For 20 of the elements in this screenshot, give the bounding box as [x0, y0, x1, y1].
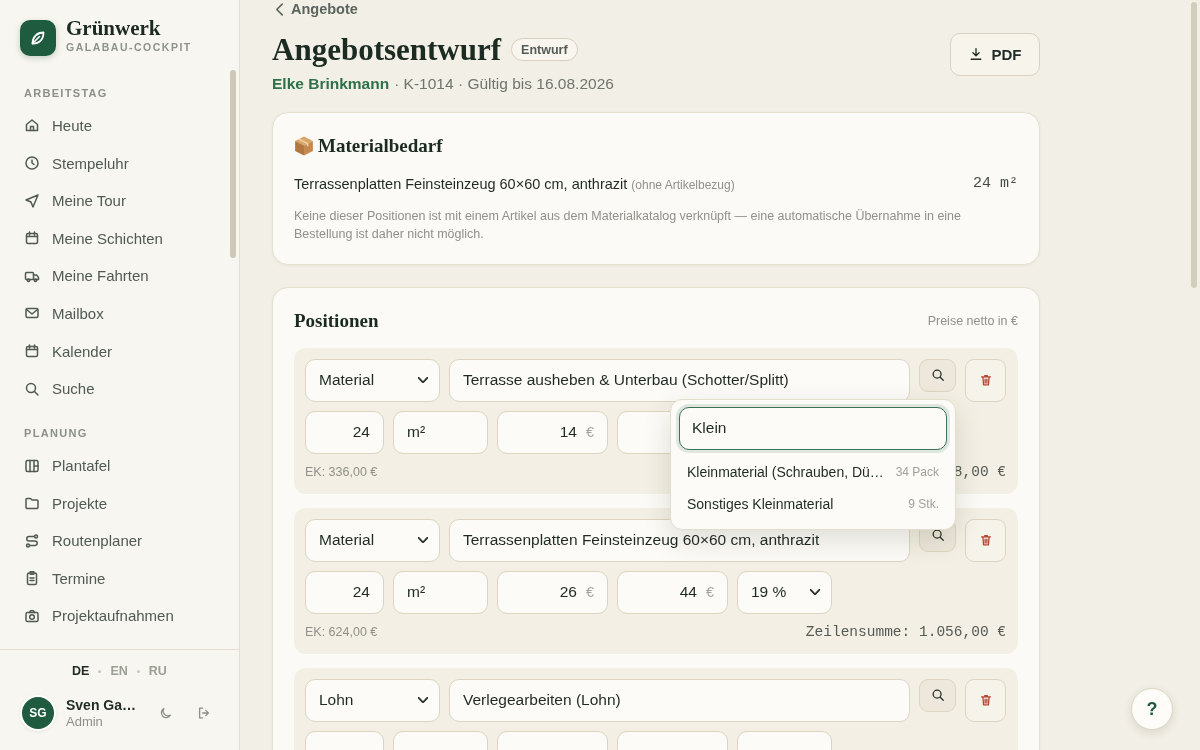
user-role: Admin [66, 714, 103, 729]
nav-section-title: ARBEITSTAG [23, 87, 108, 100]
card-title: Materialbedarf [318, 133, 443, 158]
user-name: Sven Ga… [66, 697, 137, 714]
material-hint: Keine dieser Positionen ist mit einem Artikel aus dem Materialkatalog verknüpft — eine automatische Übernahme in eine Bestellung ist daher nicht möglich. [294, 207, 962, 243]
status-badge: Entwurf [511, 38, 578, 61]
material-name: Terrassenplatten Feinsteinzeug 60×60 cm, anthrazit [294, 175, 628, 192]
brand-name: Grünwerk [66, 17, 162, 39]
brand-tagline: GALABAU-COCKPIT [66, 41, 192, 54]
price-note: Preise netto in € [927, 313, 1018, 328]
card-title: Positionen [294, 308, 379, 333]
purchase-cost: EK: 336,00 € [305, 464, 378, 479]
nav-section-title: PLANUNG [23, 427, 88, 441]
material-note: (ohne Artikelbezug) [631, 177, 735, 192]
page-title: Angebotsentwurf [272, 31, 502, 68]
avatar: SG [22, 697, 54, 729]
purchase-cost: EK: 624,00 € [305, 624, 378, 639]
offer-meta: · K-1014 · Gültig bis 16.08.2026 [394, 73, 614, 94]
material-quantity: 24 m² [973, 175, 1018, 192]
line-total: Zeilensumme: 1.056,00 € [805, 623, 1006, 640]
